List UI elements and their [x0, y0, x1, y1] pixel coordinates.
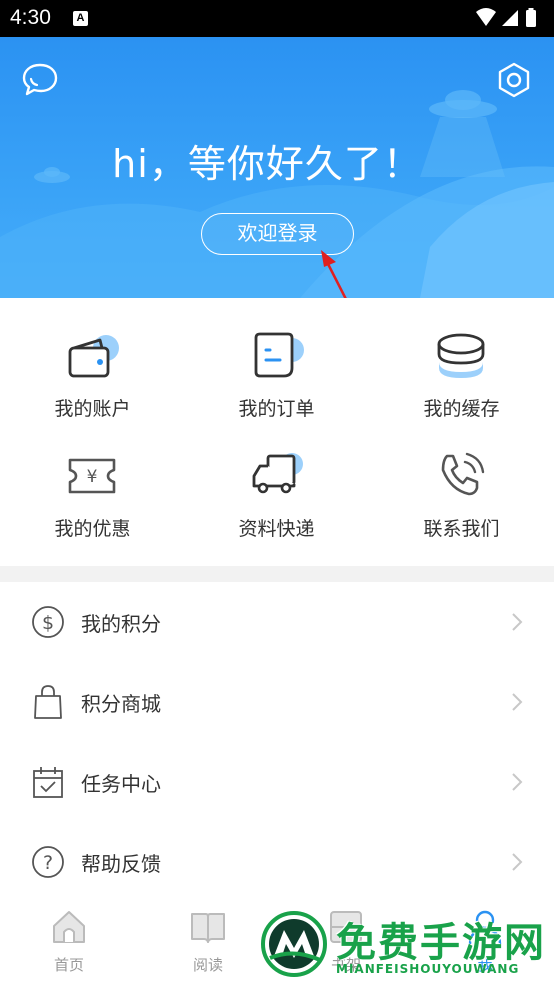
nav-item-home[interactable]: 首页	[9, 900, 129, 984]
status-bar: 4:30 A	[0, 0, 554, 37]
chevron-right-icon	[512, 853, 523, 871]
delivery-truck-icon	[252, 453, 303, 494]
nav-label: 首页	[53, 956, 84, 974]
grid-label: 我的优惠	[54, 518, 131, 540]
list-item-label: 我的积分	[81, 612, 161, 636]
list-item-points-mall[interactable]: 积分商城	[0, 662, 554, 742]
order-icon	[254, 332, 304, 378]
section-divider	[0, 566, 554, 582]
nav-item-read[interactable]: 阅读	[148, 900, 268, 984]
svg-text:$: $	[42, 612, 54, 634]
status-time: 4:30	[10, 6, 51, 29]
wifi-icon	[476, 8, 496, 26]
hexagon-settings-icon	[498, 62, 530, 98]
watermark-title: 免费手游网	[336, 919, 546, 966]
calendar-check-icon	[33, 767, 63, 798]
watermark-logo-icon	[260, 910, 328, 978]
coupon-icon: ¥	[68, 458, 116, 494]
battery-icon	[526, 10, 536, 27]
notification-a-icon: A	[73, 11, 88, 26]
wallet-icon	[68, 335, 119, 378]
watermark-subtitle: MIANFEISHOUYOUWANG	[336, 962, 520, 976]
cache-stack-icon	[437, 333, 485, 378]
quick-access-grid: 我的账户 我的订单 我的缓存 ¥ 我的优惠 资料快递 联系我们	[0, 298, 554, 566]
grid-label: 我的缓存	[423, 398, 500, 420]
list-item-label: 任务中心	[81, 772, 161, 796]
login-button[interactable]: 欢迎登录	[201, 213, 354, 255]
grid-label: 我的订单	[238, 398, 315, 420]
signal-icon	[502, 10, 518, 26]
grid-label: 我的账户	[54, 398, 131, 420]
question-icon: ?	[32, 846, 64, 878]
grid-label: 资料快递	[238, 518, 315, 540]
list-item-label: 帮助反馈	[81, 852, 161, 876]
chevron-right-icon	[512, 693, 523, 711]
book-icon	[191, 913, 225, 943]
dollar-coin-icon: $	[32, 606, 64, 638]
list-item-task-center[interactable]: 任务中心	[0, 742, 554, 822]
list-item-label: 积分商城	[81, 692, 161, 716]
shopping-bag-icon	[34, 685, 62, 719]
profile-header: hi，等你好久了！ 欢迎登录	[0, 37, 554, 298]
status-icons	[476, 8, 536, 27]
grid-item-coupons[interactable]: ¥ 我的优惠	[0, 418, 185, 540]
grid-item-account[interactable]: 我的账户	[0, 298, 185, 420]
list-item-points[interactable]: $ 我的积分	[0, 582, 554, 662]
grid-item-contact[interactable]: 联系我们	[369, 418, 554, 540]
greeting-text: hi，等你好久了！	[112, 142, 422, 186]
chevron-right-icon	[512, 773, 523, 791]
list-item-help-feedback[interactable]: ? 帮助反馈	[0, 822, 554, 902]
chat-bubble-icon	[22, 63, 58, 96]
phone-icon	[441, 452, 485, 496]
grid-label: 联系我们	[423, 518, 500, 540]
svg-text:¥: ¥	[87, 467, 98, 487]
nav-label: 阅读	[192, 956, 223, 974]
site-watermark: 免费手游网 MIANFEISHOUYOUWANG	[256, 906, 554, 984]
chevron-right-icon	[512, 613, 523, 631]
chat-button[interactable]	[20, 60, 60, 100]
svg-text:?: ?	[43, 852, 53, 874]
settings-button[interactable]	[494, 60, 534, 100]
grid-item-delivery[interactable]: 资料快递	[184, 418, 369, 540]
grid-item-cache[interactable]: 我的缓存	[369, 298, 554, 420]
home-icon	[53, 911, 85, 943]
grid-item-orders[interactable]: 我的订单	[184, 298, 369, 420]
